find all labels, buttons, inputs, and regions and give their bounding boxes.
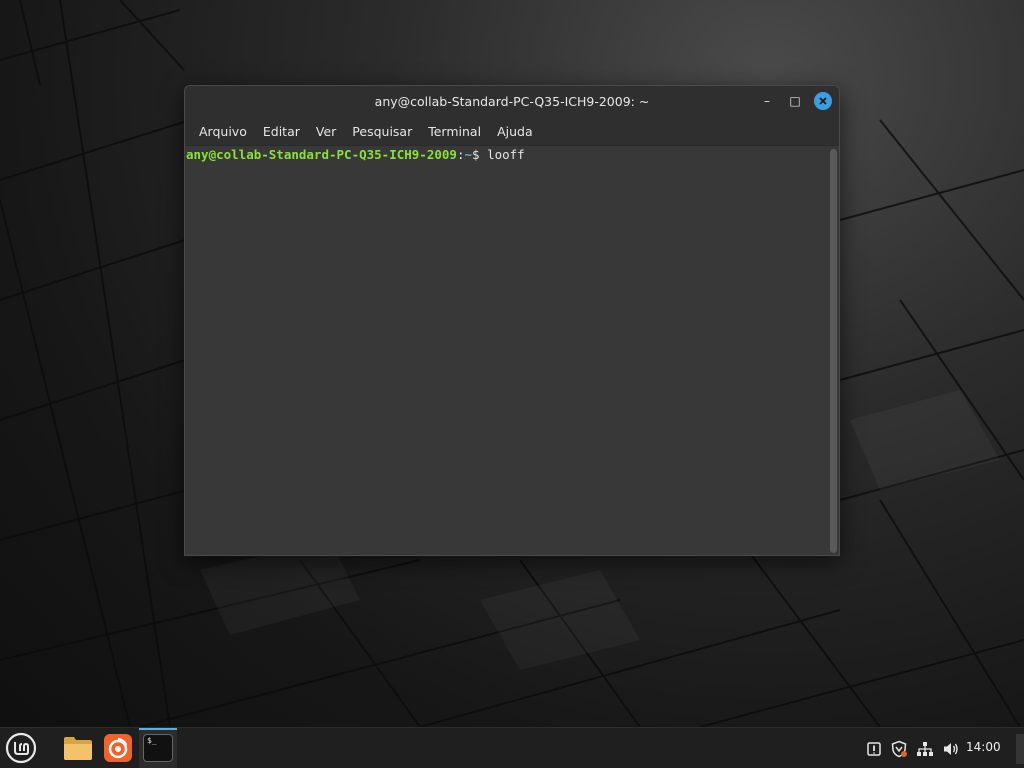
shield-icon xyxy=(891,740,907,757)
scrollbar[interactable] xyxy=(830,149,837,553)
window-title: any@collab-Standard-PC-Q35-ICH9-2009: ~ xyxy=(374,94,650,109)
firefox-launcher[interactable] xyxy=(102,732,134,764)
terminal-launcher[interactable]: $_ xyxy=(142,732,174,764)
update-manager-tray[interactable] xyxy=(863,728,885,768)
security-tray[interactable] xyxy=(888,728,910,768)
volume-tray[interactable] xyxy=(940,728,962,768)
menu-bar: Arquivo Editar Ver Pesquisar Terminal Aj… xyxy=(185,119,839,146)
network-icon xyxy=(917,741,933,756)
terminal-window[interactable]: any@collab-Standard-PC-Q35-ICH9-2009: ~ … xyxy=(184,85,840,556)
close-button[interactable] xyxy=(814,92,832,110)
volume-icon xyxy=(944,742,958,755)
typed-command: looff xyxy=(487,147,525,162)
terminal-area[interactable]: any@collab-Standard-PC-Q35-ICH9-2009:~$ … xyxy=(185,146,839,555)
taskbar: $_ 14:00 xyxy=(0,727,1024,768)
firefox-icon xyxy=(104,734,132,762)
window-controls: – □ xyxy=(758,92,832,110)
menu-pesquisar[interactable]: Pesquisar xyxy=(344,119,420,145)
prompt-line: any@collab-Standard-PC-Q35-ICH9-2009:~$ … xyxy=(186,147,525,163)
terminal-icon: $_ xyxy=(143,734,173,762)
desktop: any@collab-Standard-PC-Q35-ICH9-2009: ~ … xyxy=(0,0,1024,768)
minimize-button[interactable]: – xyxy=(758,92,776,110)
network-tray[interactable] xyxy=(913,728,937,768)
mint-menu-button[interactable] xyxy=(5,732,37,764)
close-icon xyxy=(819,97,827,105)
title-bar[interactable]: any@collab-Standard-PC-Q35-ICH9-2009: ~ … xyxy=(185,86,839,119)
maximize-button[interactable]: □ xyxy=(786,92,804,110)
linux-mint-menu-icon xyxy=(5,732,37,764)
update-manager-icon xyxy=(867,741,881,756)
terminal-icon-text: $_ xyxy=(147,736,157,745)
prompt-path: ~ xyxy=(464,147,472,162)
active-window-indicator xyxy=(139,728,177,730)
clock[interactable]: 14:00 xyxy=(966,740,1001,754)
prompt-user: any@collab-Standard-PC-Q35-ICH9-2009 xyxy=(186,147,457,162)
menu-arquivo[interactable]: Arquivo xyxy=(191,119,255,145)
prompt-symbol: $ xyxy=(472,147,488,162)
files-launcher[interactable] xyxy=(62,732,94,764)
menu-ajuda[interactable]: Ajuda xyxy=(489,119,541,145)
show-desktop-button[interactable] xyxy=(1016,734,1024,764)
menu-ver[interactable]: Ver xyxy=(308,119,344,145)
menu-editar[interactable]: Editar xyxy=(255,119,308,145)
menu-terminal[interactable]: Terminal xyxy=(420,119,489,145)
files-folder-icon xyxy=(64,737,92,760)
